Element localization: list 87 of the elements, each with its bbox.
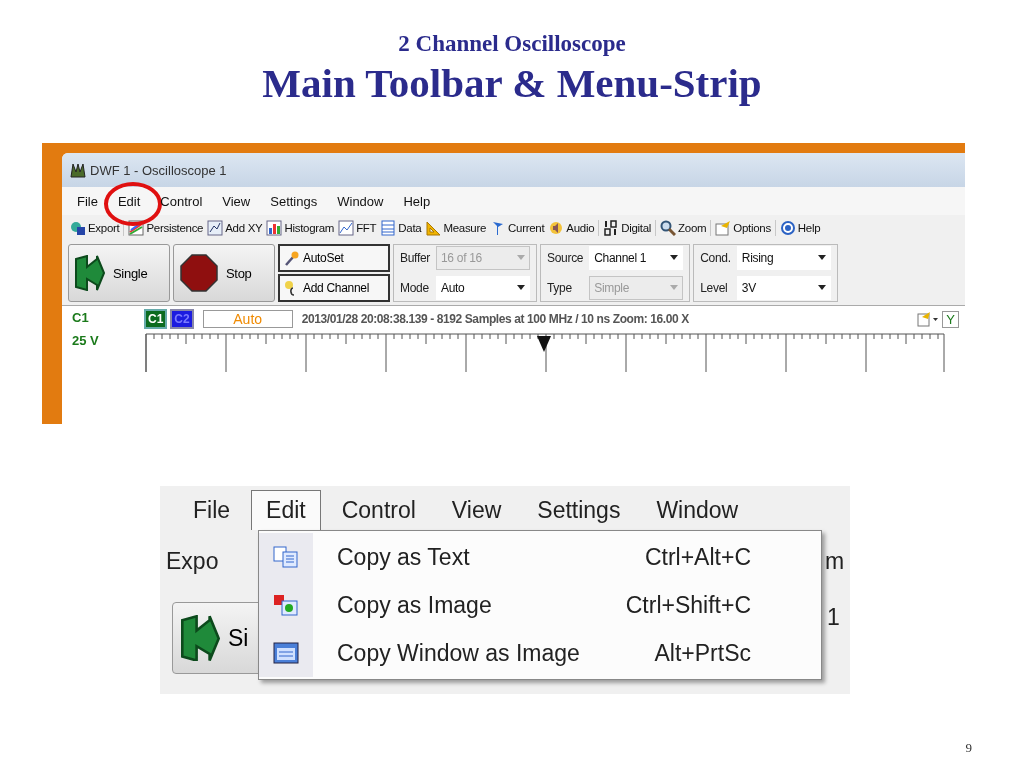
toolbar-fragment: Expo bbox=[166, 548, 219, 575]
trigger-marker-icon bbox=[537, 336, 551, 352]
action-button[interactable]: AutoSet bbox=[278, 244, 390, 272]
dropdown-field[interactable]: Rising bbox=[736, 246, 831, 270]
speaker-icon bbox=[548, 220, 565, 236]
menu-entry-label: Copy Window as Image bbox=[337, 639, 581, 667]
copy-text-icon bbox=[273, 546, 299, 568]
acquisition-info: 2013/01/28 20:08:38.139 - 8192 Samples at 100 MHz / 10 ns Zoom: 16.00 X bbox=[301, 312, 690, 326]
table-icon bbox=[380, 220, 397, 236]
caret-icon bbox=[517, 285, 525, 291]
field-fragment: 1 bbox=[827, 604, 840, 631]
toolbar-button[interactable]: Add XY bbox=[207, 220, 263, 236]
app-logo-icon bbox=[70, 162, 86, 178]
field-label: Buffer bbox=[400, 251, 430, 265]
action-button[interactable]: Add Channel bbox=[278, 274, 390, 302]
caret-icon bbox=[670, 255, 679, 261]
toolbar-button[interactable]: Data bbox=[380, 220, 422, 236]
field-label: Mode bbox=[400, 281, 430, 295]
dropdown-field[interactable]: Auto bbox=[436, 276, 530, 300]
toolbar-button[interactable]: FFT bbox=[338, 220, 377, 236]
caret-icon bbox=[817, 255, 826, 261]
field-label: Level bbox=[700, 281, 729, 295]
axis-button[interactable]: Y bbox=[942, 310, 959, 328]
menu-entry[interactable]: Copy as Text Ctrl+Alt+C bbox=[259, 533, 821, 581]
menu-item[interactable]: Window bbox=[641, 490, 754, 530]
ruler-triangle-icon bbox=[425, 220, 442, 236]
toolbar-button[interactable]: Measure bbox=[425, 220, 487, 236]
field-label: Type bbox=[547, 281, 573, 295]
stop-icon bbox=[180, 254, 218, 292]
settings-icon bbox=[715, 220, 732, 236]
toolbar-button[interactable]: Persistence bbox=[128, 220, 204, 236]
menu-entry-label: Copy as Image bbox=[337, 591, 493, 619]
page-number: 9 bbox=[965, 740, 972, 756]
play-step-icon bbox=[75, 255, 105, 291]
menu-item[interactable]: Control bbox=[326, 490, 431, 530]
menu-item[interactable]: View bbox=[436, 490, 517, 530]
toolbar-button[interactable]: Digital bbox=[603, 220, 652, 236]
line-chart-icon bbox=[338, 220, 355, 236]
shortcut-label: Alt+PrtSc bbox=[654, 639, 751, 667]
trigger-status: Auto bbox=[202, 310, 293, 328]
slide-subtitle: 2 Channel Oscilloscope bbox=[398, 31, 626, 57]
menu-item[interactable]: Settings bbox=[522, 490, 636, 530]
toolbar-button[interactable]: Zoom bbox=[660, 220, 707, 236]
caret-icon bbox=[517, 255, 525, 261]
binary-icon bbox=[603, 220, 620, 236]
toolbar-button[interactable]: Options bbox=[715, 220, 771, 236]
options-icon bbox=[917, 311, 940, 327]
single-button[interactable]: Single bbox=[68, 244, 170, 302]
menu-entry-label: Copy as Text bbox=[337, 543, 471, 571]
toolbar-button[interactable]: Audio bbox=[548, 220, 595, 236]
field-label: Source bbox=[547, 251, 584, 265]
toolbar-button[interactable]: Export bbox=[70, 220, 120, 236]
toolbar-fragment: m bbox=[825, 548, 845, 575]
menu-item[interactable]: Edit bbox=[114, 194, 144, 209]
help-icon bbox=[779, 220, 796, 236]
export-icon bbox=[70, 220, 86, 236]
caret-icon bbox=[670, 285, 679, 291]
field-label: Cond. bbox=[700, 251, 731, 265]
dropdown-field[interactable]: 3V bbox=[736, 276, 831, 300]
menu-item[interactable]: View bbox=[219, 194, 254, 209]
caret-icon bbox=[817, 285, 826, 291]
menu-item[interactable]: Edit bbox=[251, 490, 321, 530]
window-title: DWF 1 - Oscilloscope 1 bbox=[90, 162, 227, 178]
plot-icon bbox=[207, 220, 224, 236]
menu-item[interactable]: Control bbox=[157, 194, 206, 209]
wand-icon bbox=[284, 250, 300, 266]
menu-item[interactable]: Window bbox=[334, 194, 387, 209]
channel-label: C1 bbox=[72, 310, 90, 325]
menu-item[interactable]: File bbox=[178, 490, 246, 530]
stop-button[interactable]: Stop bbox=[173, 244, 275, 302]
toolbar-button[interactable]: Current bbox=[490, 220, 545, 236]
slide-title: Main Toolbar & Menu-Strip bbox=[262, 59, 762, 107]
channel-chip[interactable]: C1 bbox=[144, 309, 168, 329]
shortcut-label: Ctrl+Alt+C bbox=[644, 543, 751, 571]
scale-label: 25 V bbox=[72, 333, 100, 348]
copy-image-icon bbox=[273, 594, 299, 616]
toolbar-button[interactable]: Help bbox=[779, 220, 821, 236]
dropdown-field[interactable]: Channel 1 bbox=[589, 246, 684, 270]
shortcut-label: Ctrl+Shift+C bbox=[625, 591, 751, 619]
window-icon bbox=[273, 642, 299, 664]
toolbar-button[interactable]: Histogram bbox=[266, 220, 335, 236]
menu-item[interactable]: Settings bbox=[267, 194, 321, 209]
menu-item[interactable]: Help bbox=[400, 194, 434, 209]
bar-chart-icon bbox=[266, 220, 283, 236]
menu-item[interactable]: File bbox=[74, 194, 101, 209]
play-step-icon bbox=[181, 614, 220, 662]
search-icon bbox=[660, 220, 677, 236]
